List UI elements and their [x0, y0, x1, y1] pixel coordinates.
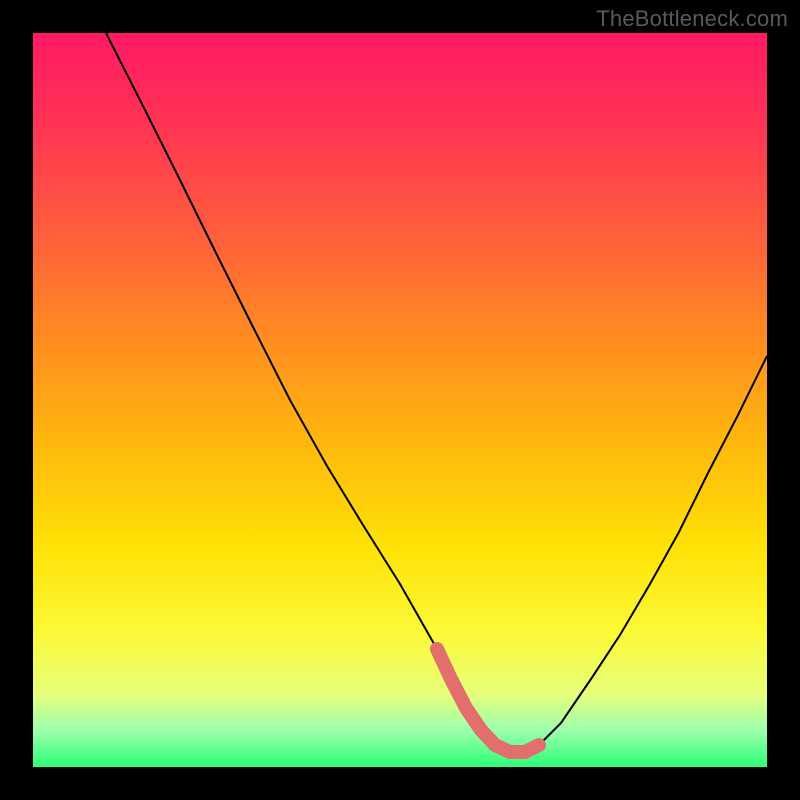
- watermark-text: TheBottleneck.com: [596, 6, 788, 32]
- valley-highlight: [437, 649, 539, 752]
- plot-area: [33, 33, 767, 767]
- chart-frame: TheBottleneck.com: [0, 0, 800, 800]
- chart-svg: [33, 33, 767, 767]
